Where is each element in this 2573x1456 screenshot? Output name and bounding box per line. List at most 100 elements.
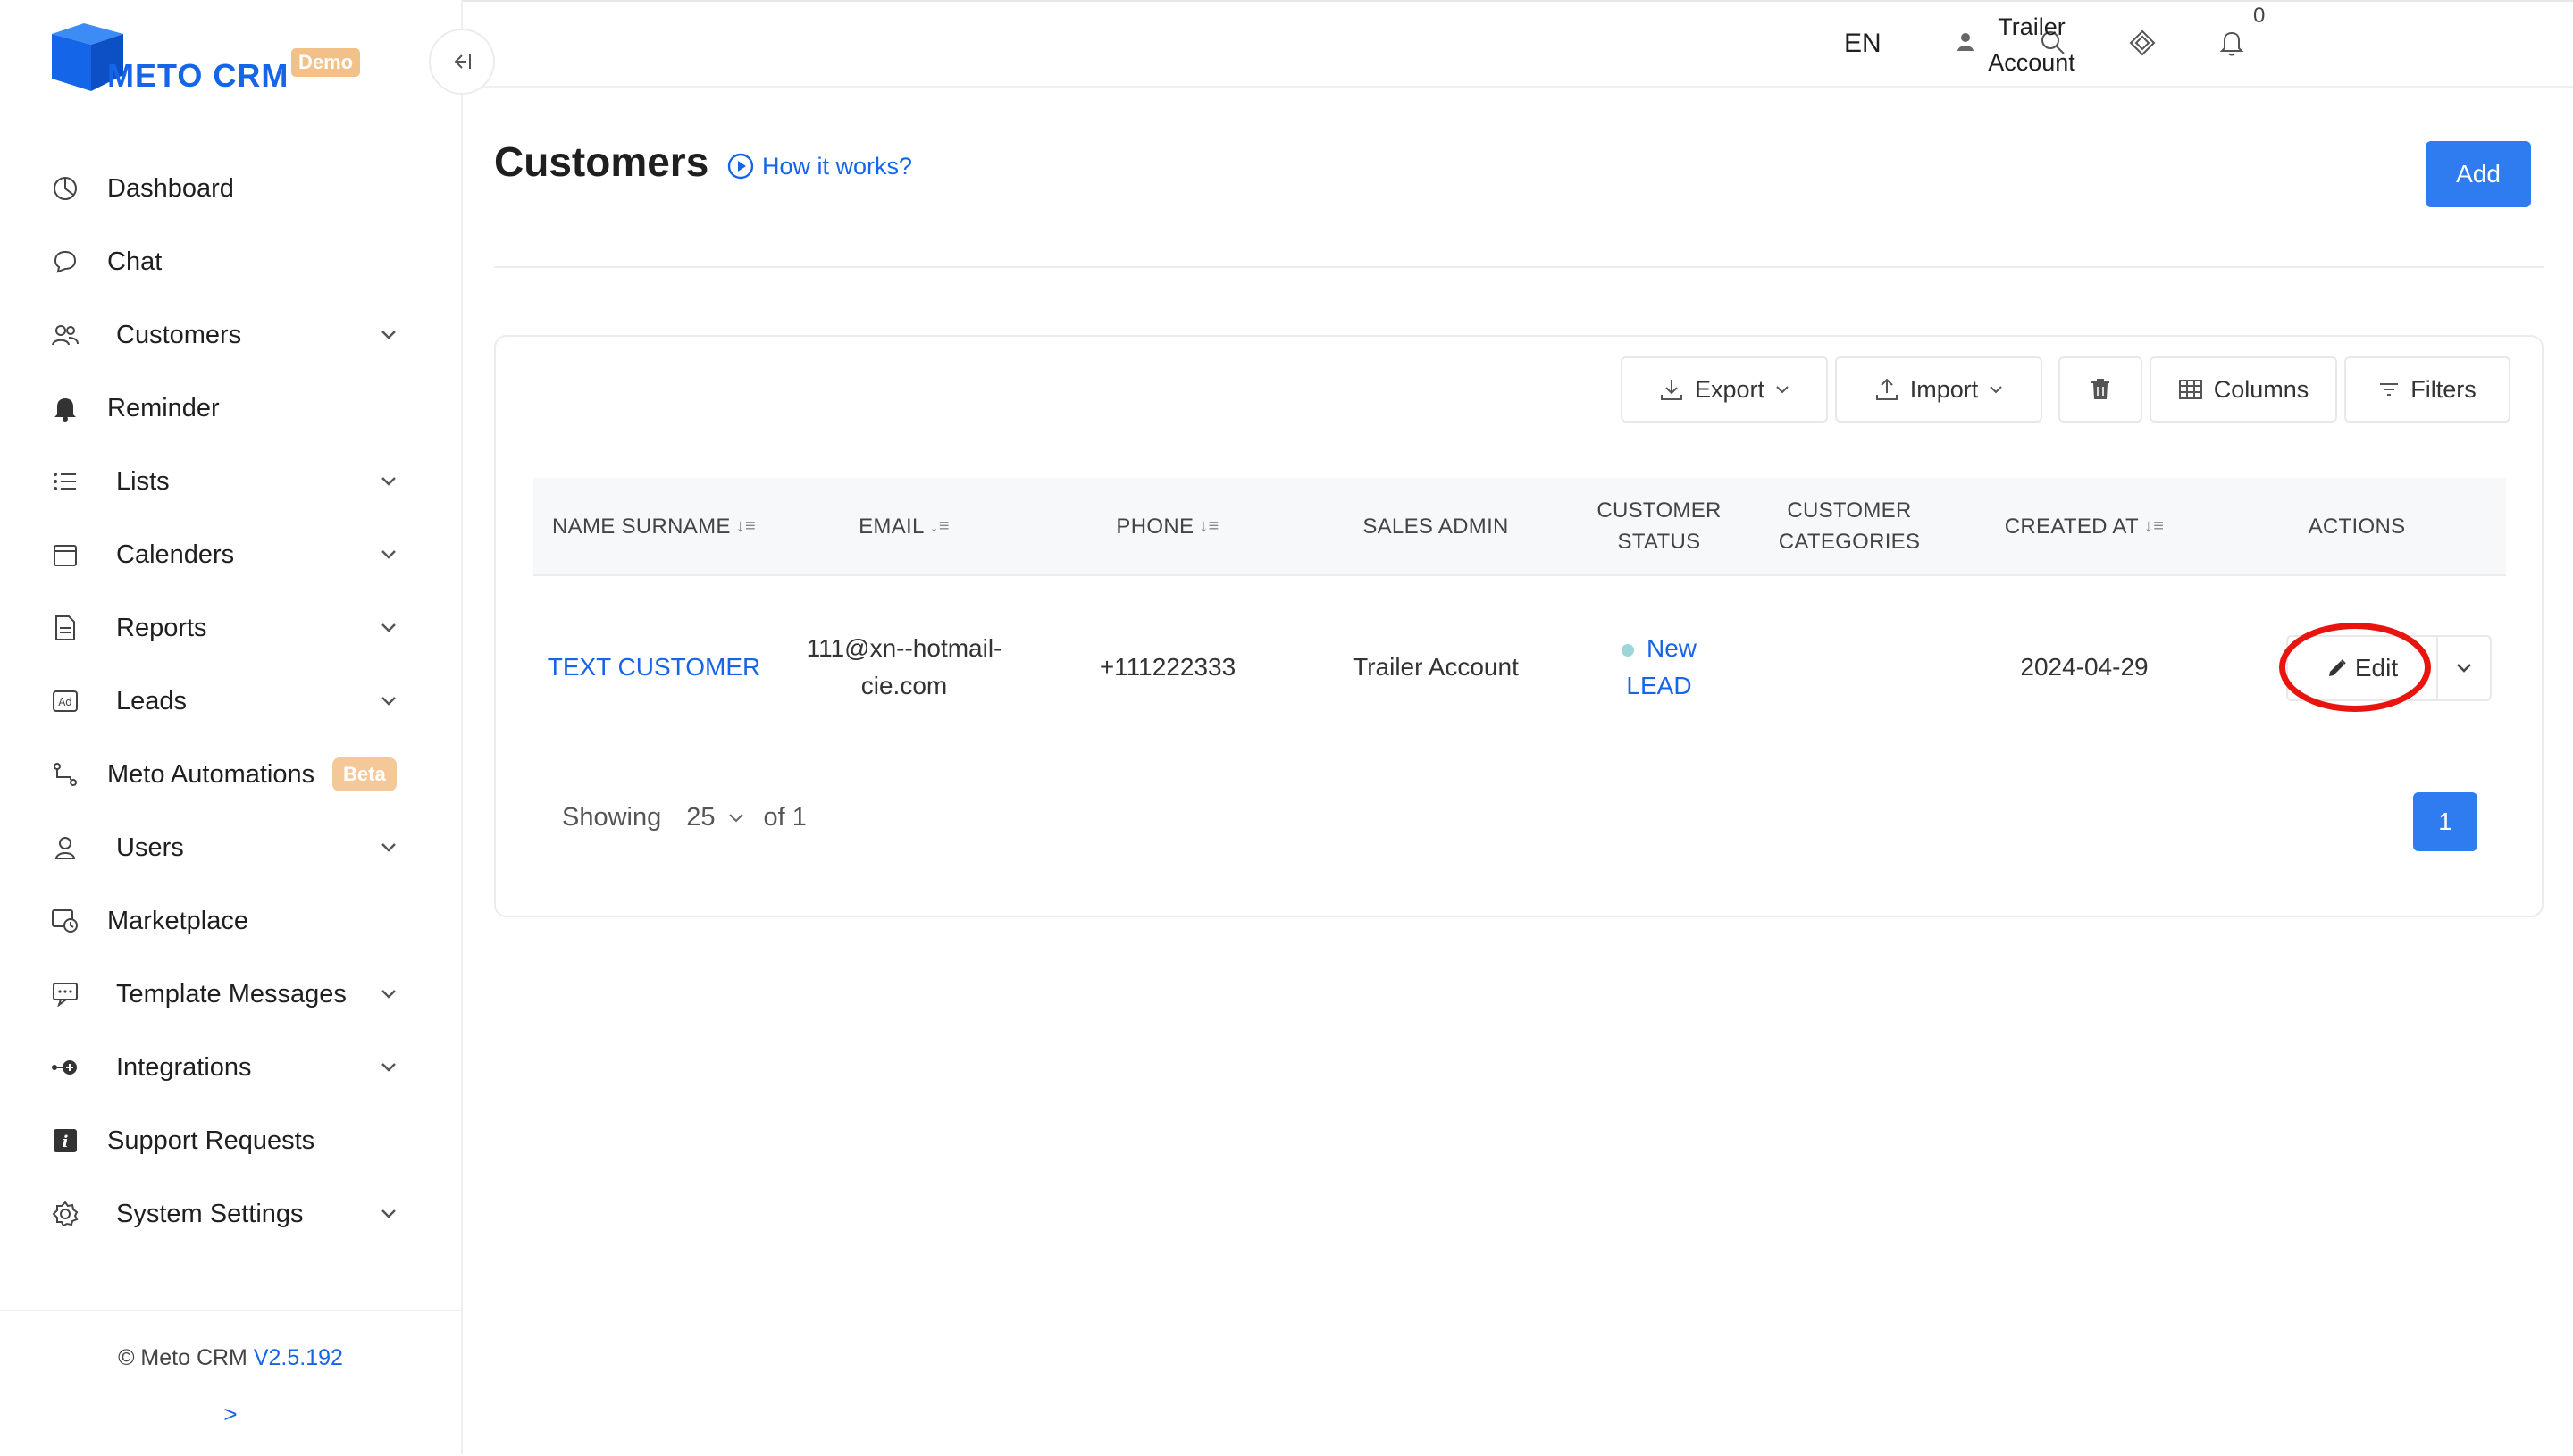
page-title: Customers [494, 138, 709, 185]
sidebar-nav: Dashboard Chat Customers Reminder Lists … [0, 152, 463, 1251]
edit-label: Edit [2354, 654, 2399, 682]
table-icon [2178, 380, 2202, 399]
sidebar-item-reports[interactable]: Reports [0, 591, 463, 665]
column-header-label: STATUS [1617, 530, 1701, 554]
collapse-sidebar-button[interactable] [429, 29, 495, 95]
sort-icon[interactable]: ↓≡ [930, 511, 950, 542]
page-1-button[interactable]: 1 [2413, 792, 2477, 851]
account-name-line2: Account [1988, 49, 2075, 76]
column-header-label: EMAIL [859, 514, 925, 539]
page-size-select[interactable]: 25 [686, 803, 715, 833]
sidebar-item-label: Reminder [107, 393, 220, 423]
column-header-actions: ACTIONS [2218, 478, 2495, 574]
dashboard-icon [48, 172, 82, 205]
sidebar-item-label: Template Messages [116, 979, 347, 1008]
column-header-phone[interactable]: PHONE ↓≡ [1034, 478, 1302, 574]
email-line: 111@xn--hotmail- [806, 634, 1002, 662]
column-header-label: CREATED AT [2004, 514, 2139, 539]
sidebar-item-customers[interactable]: Customers [0, 298, 463, 372]
pagination-info: Showing 25 of 1 [562, 803, 807, 833]
chevron-down-icon [2457, 664, 2471, 673]
chevron-down-icon[interactable] [728, 813, 744, 824]
demo-badge: Demo [291, 48, 361, 77]
sort-icon[interactable]: ↓≡ [2144, 511, 2164, 542]
more-actions-dropdown[interactable] [2438, 637, 2490, 699]
sidebar-item-label: Marketplace [107, 906, 248, 935]
version-link[interactable]: V2.5.192 [254, 1345, 343, 1370]
customer-name-link[interactable]: TEXT CUSTOMER [533, 630, 775, 705]
info-icon: i [48, 1124, 82, 1158]
column-header-created-at[interactable]: CREATED AT ↓≡ [1950, 478, 2218, 574]
notification-bell-icon[interactable] [2216, 27, 2248, 59]
chevron-down-icon[interactable] [377, 470, 400, 493]
ad-icon: Ad [48, 684, 82, 718]
sidebar-item-support-requests[interactable]: i Support Requests [0, 1104, 463, 1177]
page-divider [494, 266, 2544, 268]
column-header-customer-categories: CUSTOMER CATEGORIES [1748, 478, 1950, 574]
gear-icon [48, 1197, 82, 1231]
sidebar-item-label: Lists [116, 466, 170, 496]
sidebar-item-lists[interactable]: Lists [0, 445, 463, 518]
notification-count: 0 [2253, 4, 2266, 28]
download-icon [1660, 380, 1682, 400]
collapse-left-icon [454, 54, 471, 69]
column-header-label: SALES ADMIN [1362, 514, 1509, 539]
sort-icon[interactable]: ↓≡ [736, 511, 756, 542]
column-header-customer-status: CUSTOMER STATUS [1570, 478, 1748, 574]
status-line: LEAD [1626, 672, 1692, 699]
top-header: 0 EN Trailer Account [463, 0, 2573, 88]
chat-icon [48, 245, 82, 279]
how-it-works-label: How it works? [762, 152, 913, 180]
import-button[interactable]: Import [1835, 356, 2042, 423]
filters-button[interactable]: Filters [2344, 356, 2510, 423]
sidebar-item-calenders[interactable]: Calenders [0, 518, 463, 591]
play-circle-icon [727, 153, 754, 180]
diamond-icon[interactable] [2126, 27, 2158, 59]
delete-button[interactable] [2058, 356, 2142, 423]
customer-status-link[interactable]: New LEAD [1570, 630, 1748, 705]
brand-logo[interactable]: METO CRM Demo [48, 21, 370, 102]
chevron-down-icon[interactable] [377, 836, 400, 859]
account-menu[interactable]: Trailer Account [1978, 9, 2085, 80]
expand-sidebar-button[interactable]: > [0, 1401, 461, 1428]
sidebar-item-system-settings[interactable]: System Settings [0, 1177, 463, 1251]
chevron-down-icon[interactable] [377, 616, 400, 640]
sidebar-item-template-messages[interactable]: Template Messages [0, 958, 463, 1031]
language-selector[interactable]: EN [1844, 29, 1882, 59]
columns-button[interactable]: Columns [2150, 356, 2337, 423]
edit-button[interactable]: Edit [2288, 637, 2436, 699]
export-button[interactable]: Export [1621, 356, 1828, 423]
sidebar-item-integrations[interactable]: Integrations [0, 1031, 463, 1104]
column-header-label: PHONE [1116, 514, 1194, 539]
customer-phone: +111222333 [1099, 653, 1236, 681]
email-line: cie.com [860, 672, 948, 699]
sidebar-item-chat[interactable]: Chat [0, 225, 463, 298]
chevron-down-icon[interactable] [377, 1056, 400, 1079]
sidebar-item-reminder[interactable]: Reminder [0, 372, 463, 445]
chevron-down-icon[interactable] [377, 1202, 400, 1226]
trash-icon [2091, 379, 2109, 399]
chevron-down-icon[interactable] [377, 983, 400, 1006]
sidebar-item-automations[interactable]: Meto Automations Beta [0, 738, 463, 811]
user-icon [48, 831, 82, 865]
sidebar-item-marketplace[interactable]: Marketplace [0, 884, 463, 958]
column-header-email[interactable]: EMAIL ↓≡ [775, 478, 1034, 574]
customer-sales-admin: Trailer Account [1353, 653, 1519, 681]
chevron-down-icon[interactable] [377, 543, 400, 566]
sidebar-item-leads[interactable]: Ad Leads [0, 665, 463, 738]
column-header-label: ACTIONS [2308, 514, 2406, 539]
add-customer-button[interactable]: Add [2426, 141, 2531, 207]
filter-icon [2380, 383, 2399, 396]
sidebar-item-label: Leads [116, 686, 188, 715]
sidebar-item-label: Customers [116, 320, 242, 349]
sort-icon[interactable]: ↓≡ [1199, 511, 1219, 542]
customer-categories [1748, 630, 1950, 705]
account-name-line1: Trailer [1998, 13, 2066, 40]
sidebar-item-users[interactable]: Users [0, 811, 463, 884]
showing-label: Showing [562, 803, 662, 832]
column-header-name[interactable]: NAME SURNAME ↓≡ [533, 478, 775, 574]
how-it-works-link[interactable]: How it works? [726, 152, 912, 180]
chevron-down-icon[interactable] [377, 323, 400, 347]
sidebar-item-dashboard[interactable]: Dashboard [0, 152, 463, 225]
chevron-down-icon[interactable] [377, 690, 400, 713]
